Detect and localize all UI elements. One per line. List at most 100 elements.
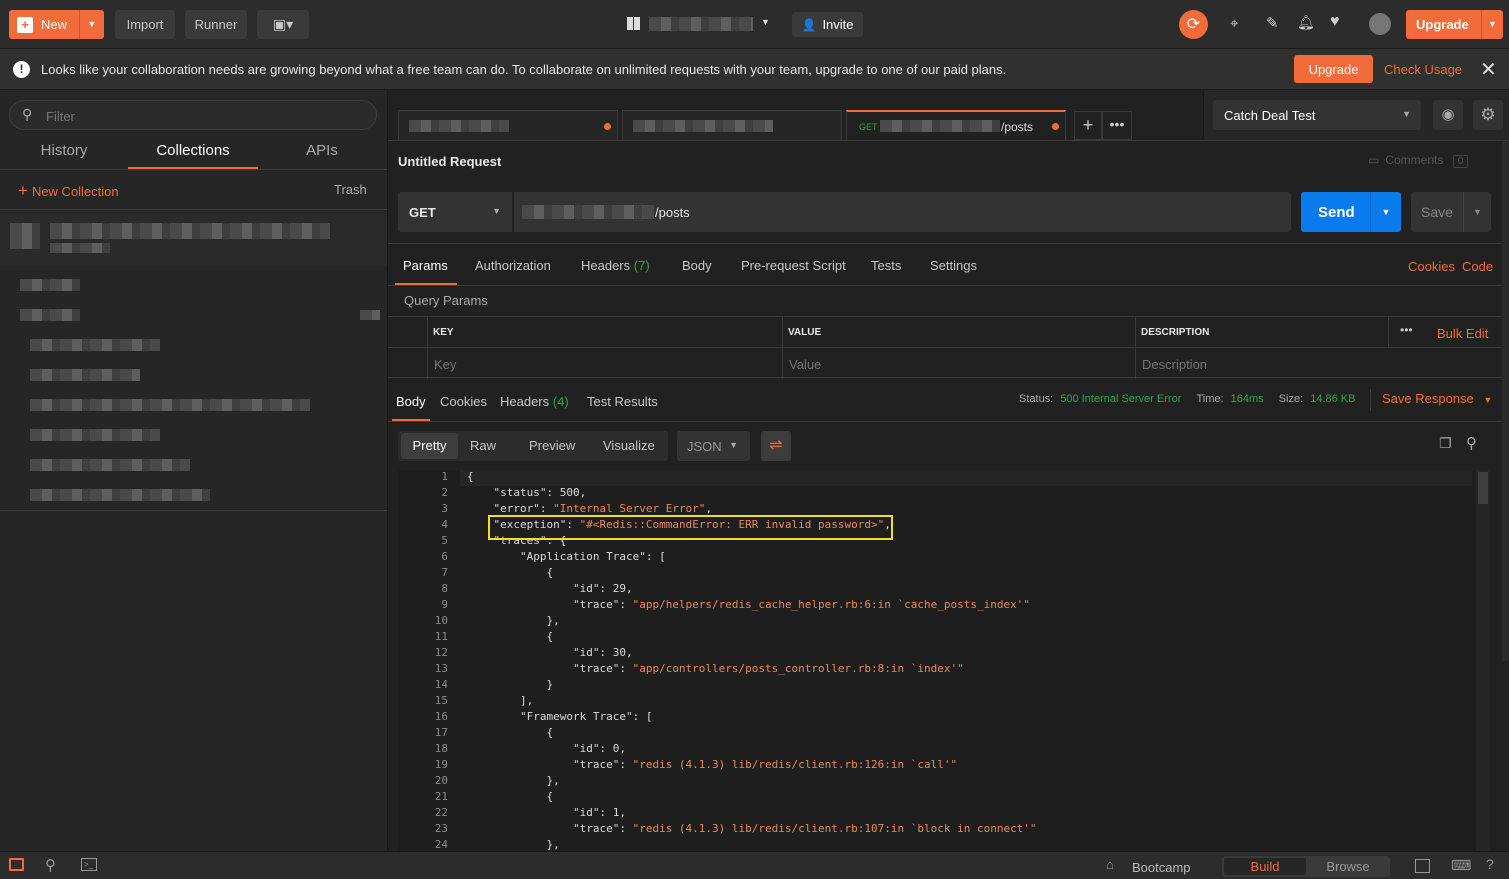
method-select[interactable]: GET ▼: [398, 192, 512, 232]
save-button[interactable]: Save ▼: [1411, 192, 1491, 232]
runner-button[interactable]: Runner: [185, 10, 247, 39]
chevron-down-icon[interactable]: ▼: [1481, 10, 1503, 39]
console-icon[interactable]: >_: [81, 858, 97, 871]
scrollbar[interactable]: [1476, 470, 1490, 851]
comments-button[interactable]: ▭ Comments 0: [1368, 153, 1469, 168]
mode-visualize[interactable]: Visualize: [603, 438, 655, 453]
description-input[interactable]: [1142, 355, 1482, 373]
sync-icon[interactable]: ⟳: [1179, 10, 1208, 39]
gear-icon[interactable]: ⚙: [1473, 100, 1503, 130]
time-value[interactable]: 164ms: [1231, 393, 1264, 405]
search-icon[interactable]: ⚲: [1466, 434, 1477, 452]
help-icon[interactable]: ?: [1486, 856, 1494, 872]
status-value[interactable]: 500 Internal Server Error: [1060, 393, 1181, 405]
heart-icon[interactable]: ♥: [1330, 13, 1340, 31]
collection-icon: [10, 223, 40, 249]
key-input[interactable]: [434, 355, 774, 373]
code-link[interactable]: Code: [1462, 259, 1493, 274]
folder-item[interactable]: [20, 309, 80, 321]
save-response-button[interactable]: Save Response ▼: [1382, 391, 1492, 406]
new-window-button[interactable]: ▣▾: [257, 10, 309, 39]
mode-preview[interactable]: Preview: [529, 438, 575, 453]
format-select[interactable]: JSON ▼: [677, 431, 750, 461]
chevron-down-icon[interactable]: ▼: [79, 10, 104, 39]
sidebar-toggle-icon[interactable]: [9, 858, 24, 871]
keyboard-icon[interactable]: ⌨: [1451, 857, 1471, 874]
send-button[interactable]: Send ▼: [1301, 192, 1401, 232]
filter-input[interactable]: [46, 107, 366, 125]
tab-headers[interactable]: Headers (7): [581, 258, 650, 273]
response-tab-headers[interactable]: Headers (4): [500, 394, 569, 409]
folder-item[interactable]: [20, 279, 80, 291]
sidebar-tab-history[interactable]: History: [0, 142, 128, 159]
folder-menu[interactable]: [360, 310, 380, 320]
wrap-lines-icon[interactable]: ⇌: [761, 431, 791, 461]
tab-headers-label: Headers: [581, 258, 631, 273]
environment-select[interactable]: Catch Deal Test ▼: [1213, 100, 1421, 130]
more-tabs-button[interactable]: •••: [1102, 111, 1132, 140]
request-item[interactable]: [30, 399, 310, 411]
invite-button[interactable]: 👤 Invite: [792, 12, 863, 37]
scrollbar-thumb[interactable]: [1478, 472, 1488, 504]
request-tab[interactable]: [398, 110, 618, 140]
collection-item[interactable]: [0, 211, 387, 266]
response-tab-body[interactable]: Body: [396, 394, 426, 409]
workspace-name[interactable]: [649, 17, 753, 31]
satellite-icon[interactable]: ⌖: [1230, 15, 1238, 32]
line-number: 10: [434, 614, 448, 627]
build-button[interactable]: Build: [1224, 858, 1306, 875]
import-button[interactable]: Import: [115, 10, 175, 39]
trash-link[interactable]: Trash: [334, 182, 367, 197]
wrench-icon[interactable]: ✎: [1266, 14, 1279, 32]
bootcamp-link[interactable]: Bootcamp: [1132, 860, 1191, 875]
request-tab-active[interactable]: GET /posts: [846, 110, 1066, 140]
response-body-editor[interactable]: 1 {2 "status": 500, 3 "error": "Internal S…: [398, 470, 1490, 851]
new-collection-button[interactable]: + New Collection: [18, 181, 119, 201]
more-options-icon[interactable]: •••: [1400, 323, 1413, 337]
bell-icon[interactable]: 🔔︎: [1297, 14, 1315, 31]
value-input[interactable]: [789, 355, 1129, 373]
filter-box[interactable]: ⚲: [9, 100, 377, 130]
tab-body[interactable]: Body: [682, 258, 712, 273]
upgrade-button[interactable]: Upgrade ▼: [1406, 10, 1503, 39]
request-item[interactable]: [30, 429, 160, 441]
tab-settings[interactable]: Settings: [930, 258, 977, 273]
mode-raw[interactable]: Raw: [470, 438, 496, 453]
tab-authorization[interactable]: Authorization: [475, 258, 551, 273]
url-input[interactable]: /posts: [514, 192, 1291, 232]
tab-tests[interactable]: Tests: [871, 258, 901, 273]
cookies-link[interactable]: Cookies: [1408, 259, 1455, 274]
workspace-chevron-icon[interactable]: ▼: [761, 17, 770, 27]
find-icon[interactable]: ⚲: [45, 856, 56, 874]
request-tab[interactable]: [622, 110, 842, 140]
eye-icon[interactable]: ◉: [1433, 100, 1463, 130]
new-button[interactable]: + New ▼: [9, 10, 104, 39]
response-tab-cookies[interactable]: Cookies: [440, 394, 487, 409]
sidebar-tab-collections[interactable]: Collections: [128, 142, 258, 159]
request-title[interactable]: Untitled Request: [398, 154, 501, 169]
code-line: {: [467, 726, 554, 739]
request-item[interactable]: [30, 489, 210, 501]
tab-prerequest[interactable]: Pre-request Script: [741, 258, 846, 273]
tab-params[interactable]: Params: [403, 258, 448, 273]
sidebar-tab-apis[interactable]: APIs: [258, 142, 386, 159]
close-icon[interactable]: ✕: [1480, 57, 1497, 82]
right-scrollbar[interactable]: [1502, 141, 1509, 661]
mode-pretty[interactable]: Pretty: [401, 433, 458, 459]
code-line: },: [467, 614, 560, 627]
request-item[interactable]: [30, 459, 190, 471]
check-usage-link[interactable]: Check Usage: [1384, 62, 1462, 77]
banner-upgrade-button[interactable]: Upgrade: [1294, 55, 1373, 83]
request-item[interactable]: [30, 369, 140, 381]
request-item[interactable]: [30, 339, 160, 351]
avatar[interactable]: [1369, 13, 1391, 35]
size-value[interactable]: 14.86 KB: [1310, 393, 1355, 405]
browse-button[interactable]: Browse: [1308, 858, 1388, 875]
copy-icon[interactable]: ❐: [1439, 435, 1452, 452]
layout-icon[interactable]: [1415, 859, 1430, 873]
chevron-down-icon[interactable]: ▼: [1463, 192, 1491, 232]
bulk-edit-link[interactable]: Bulk Edit: [1437, 326, 1488, 341]
chevron-down-icon[interactable]: ▼: [1370, 192, 1401, 232]
response-tab-test-results[interactable]: Test Results: [587, 394, 658, 409]
add-tab-button[interactable]: +: [1074, 111, 1102, 140]
